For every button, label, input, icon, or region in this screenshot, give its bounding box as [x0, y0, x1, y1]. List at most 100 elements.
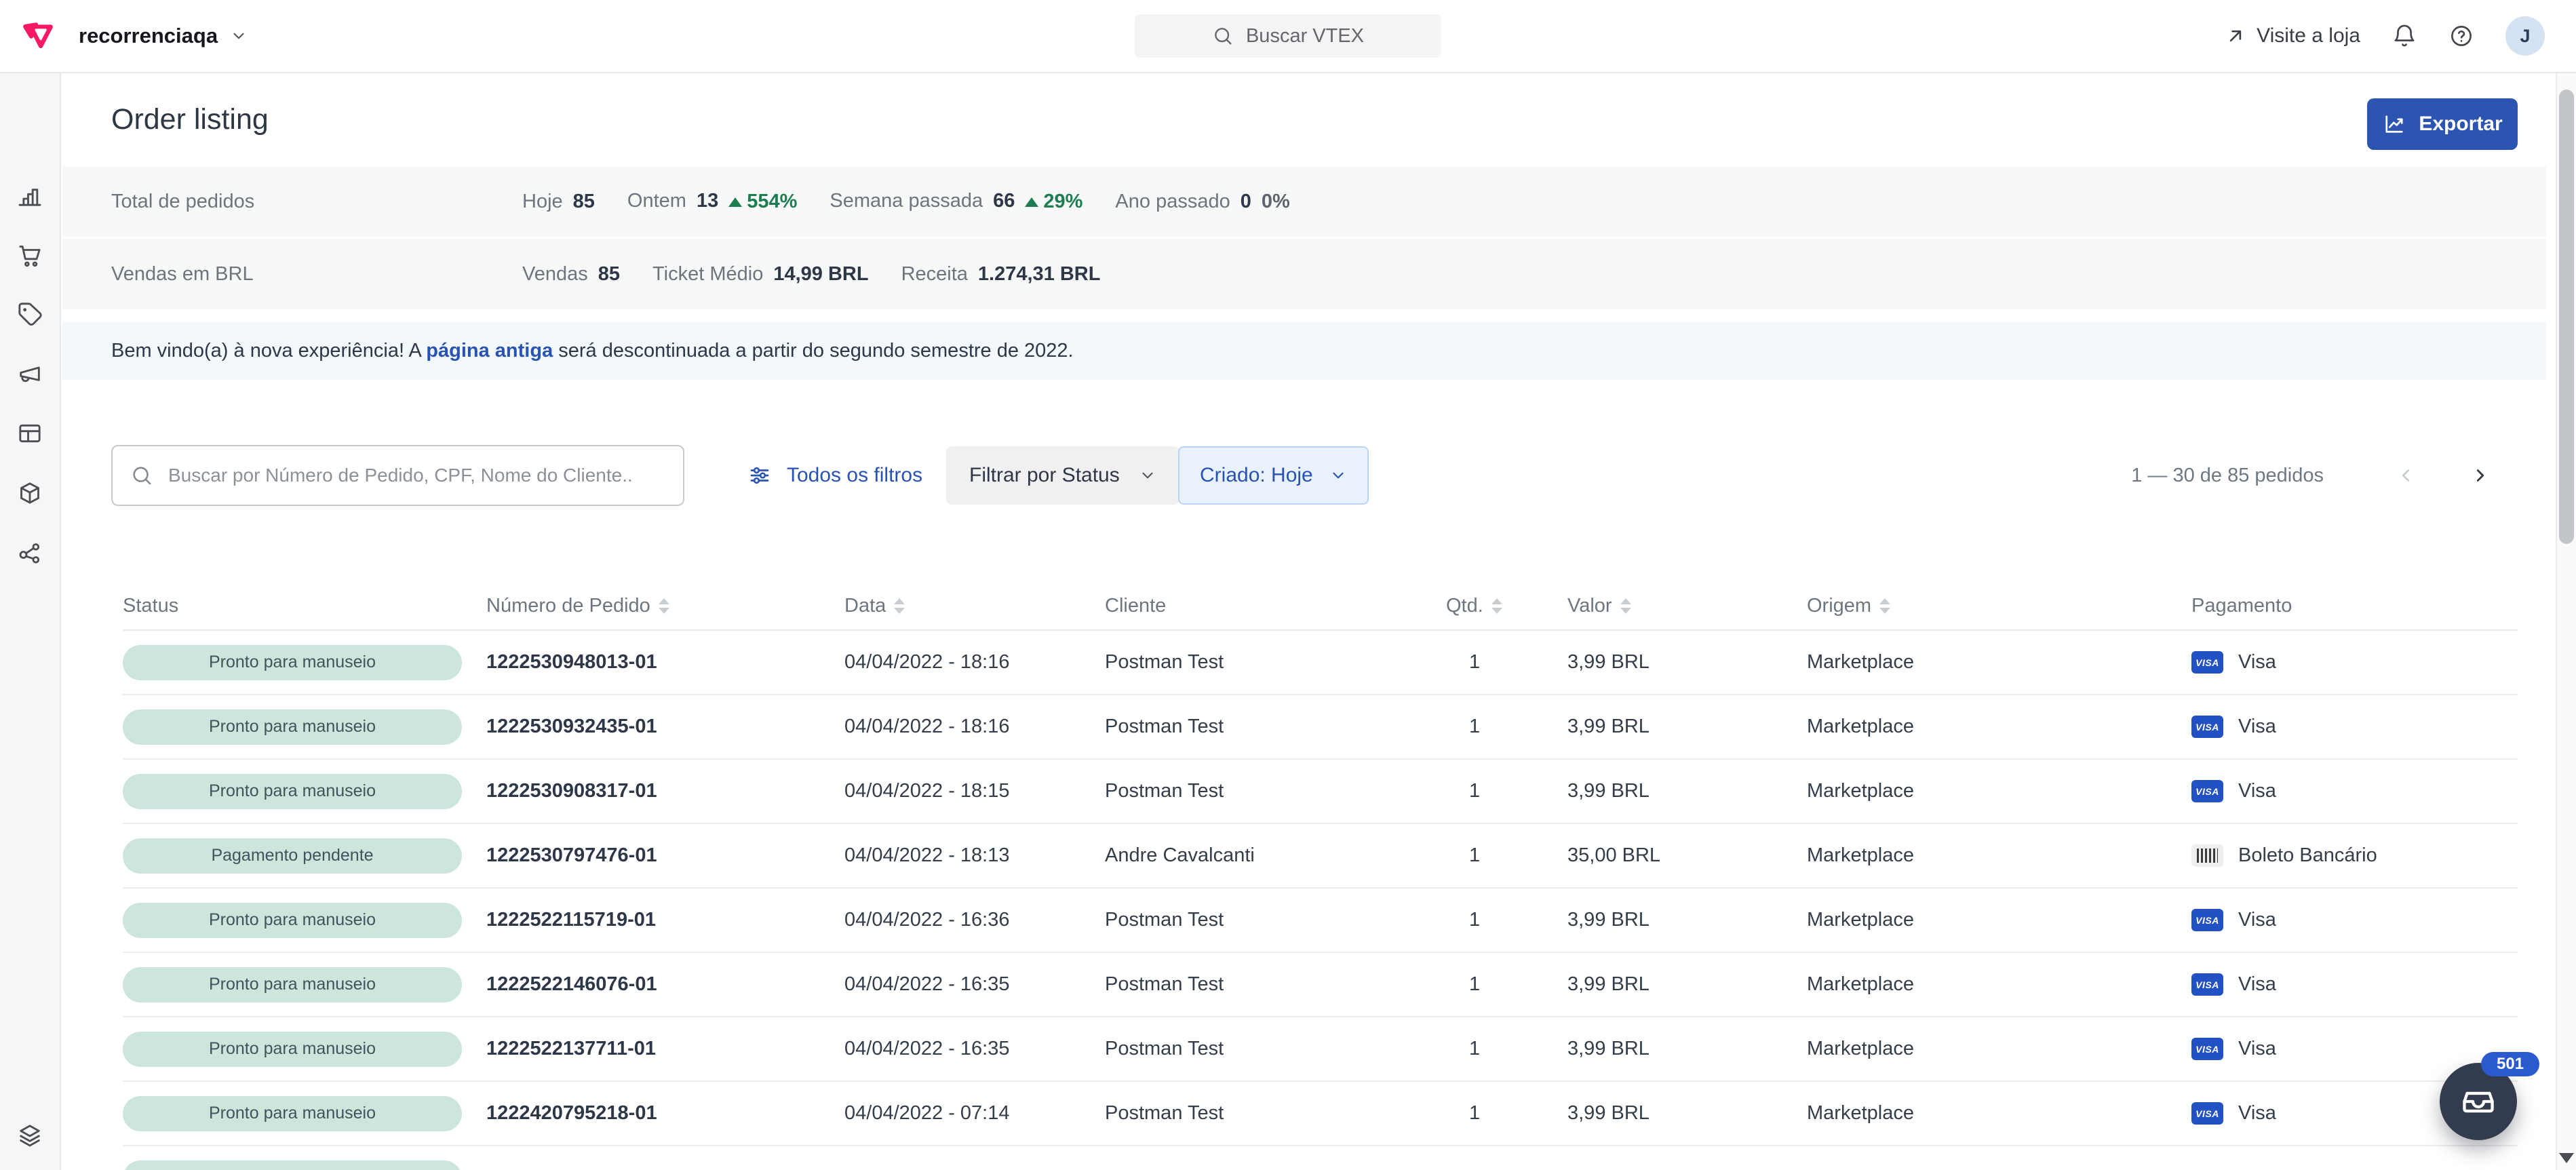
pagination: 1 — 30 de 85 pedidos — [2131, 445, 2508, 506]
up-arrow-icon — [1025, 197, 1038, 207]
next-page-button[interactable] — [2453, 465, 2508, 486]
column-header-qty[interactable]: Qtd. — [1446, 595, 1567, 617]
table-row[interactable]: Pronto para manuseio 1222522146076-01 04… — [123, 953, 2518, 1017]
orders-table: Status Número de Pedido Data Cliente Qtd… — [123, 582, 2518, 1170]
column-header-status: Status — [123, 595, 486, 617]
status-badge: Pronto para manuseio — [123, 774, 462, 809]
order-origin: Marketplace — [1807, 1038, 2168, 1060]
order-origin: Marketplace — [1807, 973, 2168, 996]
order-date: 04/04/2022 - 18:13 — [844, 844, 1105, 867]
column-header-order-number[interactable]: Número de Pedido — [486, 595, 844, 617]
order-value: 3,99 BRL — [1567, 780, 1807, 802]
trend-chart-icon — [2382, 112, 2406, 136]
all-filters-button[interactable]: Todos os filtros — [747, 445, 922, 506]
sort-icon — [1620, 598, 1631, 614]
order-number: 1222530797476-01 — [486, 844, 844, 867]
user-avatar[interactable]: J — [2505, 16, 2545, 56]
table-row[interactable]: Pronto para manuseio 1222530932435-01 04… — [123, 695, 2518, 760]
boleto-icon — [2191, 844, 2223, 867]
scrollbar-thumb[interactable] — [2559, 90, 2574, 544]
chevron-down-icon — [1139, 467, 1156, 484]
metric-sales: Vendas 85 — [522, 263, 620, 286]
stats-summary: Total de pedidos Hoje 85 Ontem 13 554% S… — [62, 166, 2546, 311]
share-icon[interactable] — [16, 539, 43, 566]
status-badge: Pronto para manuseio — [123, 1096, 462, 1131]
chevron-down-icon — [1329, 467, 1347, 484]
status-badge: Pronto para manuseio — [123, 903, 462, 938]
table-row[interactable]: Pagamento pendente 1222530797476-01 04/0… — [123, 824, 2518, 889]
metric-today: Hoje 85 — [522, 191, 595, 213]
avatar-initial: J — [2520, 26, 2530, 47]
shopping-cart-icon[interactable] — [16, 241, 43, 269]
payment-label: Visa — [2238, 973, 2276, 996]
search-icon — [1212, 25, 1234, 47]
table-row[interactable]: Pronto para manuseio 1222530948013-01 04… — [123, 631, 2518, 695]
order-number: 1222530948013-01 — [486, 651, 844, 674]
visit-store-link[interactable]: Visite a loja — [2225, 24, 2360, 47]
sliders-icon — [747, 463, 772, 488]
order-qty: 1 — [1446, 716, 1567, 738]
order-qty: 1 — [1446, 1102, 1567, 1125]
order-origin: Marketplace — [1807, 1102, 2168, 1125]
table-row[interactable]: Pronto para manuseio 1222522137711-01 04… — [123, 1017, 2518, 1082]
order-value: 3,99 BRL — [1567, 716, 1807, 738]
order-client: Postman Test — [1105, 651, 1446, 674]
column-header-date[interactable]: Data — [844, 595, 1105, 617]
metric-last-year: Ano passado 0 0% — [1115, 191, 1289, 213]
table-row[interactable]: Pronto para manuseio 1222530908317-01 04… — [123, 760, 2518, 824]
all-filters-label: Todos os filtros — [787, 464, 922, 487]
help-icon[interactable] — [2448, 23, 2474, 49]
pagination-range: 1 — 30 de 85 pedidos — [2131, 465, 2324, 487]
table-row[interactable]: Pronto para manuseio 1222522115719-01 04… — [123, 889, 2518, 953]
tag-icon[interactable] — [16, 301, 43, 328]
order-origin: Marketplace — [1807, 844, 2168, 867]
status-badge — [123, 1161, 462, 1170]
table-row[interactable] — [123, 1146, 2518, 1170]
export-button[interactable]: Exportar — [2367, 98, 2518, 150]
order-search-input[interactable] — [167, 464, 665, 487]
sales-stat-row: Vendas em BRL Vendas 85 Ticket Médio 14,… — [62, 239, 2546, 309]
payment-label: Visa — [2238, 651, 2276, 674]
account-switcher[interactable]: recorrenciaqa — [79, 24, 248, 48]
order-client: Postman Test — [1105, 1038, 1446, 1060]
bell-icon[interactable] — [2392, 23, 2417, 49]
layers-icon[interactable] — [16, 1122, 43, 1149]
visa-icon: VISA — [2191, 909, 2223, 931]
order-date: 04/04/2022 - 16:36 — [844, 909, 1105, 931]
package-icon[interactable] — [16, 480, 43, 507]
order-number: 1222530932435-01 — [486, 716, 844, 738]
order-client: Postman Test — [1105, 909, 1446, 931]
table-row[interactable]: Pronto para manuseio 1222420795218-01 04… — [123, 1082, 2518, 1146]
bar-chart-icon[interactable] — [16, 182, 43, 209]
old-page-link[interactable]: página antiga — [426, 340, 553, 362]
column-header-payment: Pagamento — [2168, 595, 2518, 617]
created-filter-label: Criado: Hoje — [1200, 464, 1313, 487]
visa-icon: VISA — [2191, 651, 2223, 674]
status-badge: Pronto para manuseio — [123, 709, 462, 745]
sales-stat-label: Vendas em BRL — [111, 263, 522, 286]
scrollbar-down-arrow-icon[interactable] — [2559, 1153, 2574, 1163]
payment-label: Boleto Bancário — [2238, 844, 2377, 867]
account-name: recorrenciaqa — [79, 24, 218, 48]
created-filter-dropdown[interactable]: Criado: Hoje — [1178, 446, 1369, 505]
order-date: 04/04/2022 - 18:16 — [844, 651, 1105, 674]
order-date: 04/04/2022 - 16:35 — [844, 1038, 1105, 1060]
order-origin: Marketplace — [1807, 780, 2168, 802]
orders-stat-row: Total de pedidos Hoje 85 Ontem 13 554% S… — [62, 166, 2546, 237]
status-badge: Pagamento pendente — [123, 838, 462, 874]
column-header-origin[interactable]: Origem — [1807, 595, 2168, 617]
order-value: 3,99 BRL — [1567, 973, 1807, 996]
visa-icon: VISA — [2191, 716, 2223, 738]
layout-icon[interactable] — [16, 420, 43, 447]
page-scrollbar[interactable] — [2556, 73, 2576, 1170]
order-qty: 1 — [1446, 1038, 1567, 1060]
previous-page-button[interactable] — [2378, 465, 2434, 486]
order-value: 3,99 BRL — [1567, 651, 1807, 674]
status-filter-dropdown[interactable]: Filtrar por Status — [946, 446, 1179, 505]
megaphone-icon[interactable] — [16, 361, 43, 388]
column-header-value[interactable]: Valor — [1567, 595, 1807, 617]
payment-label: Visa — [2238, 716, 2276, 738]
page-title: Order listing — [111, 103, 269, 136]
order-number: 1222522137711-01 — [486, 1038, 844, 1060]
global-search[interactable]: Buscar VTEX — [1135, 14, 1441, 58]
